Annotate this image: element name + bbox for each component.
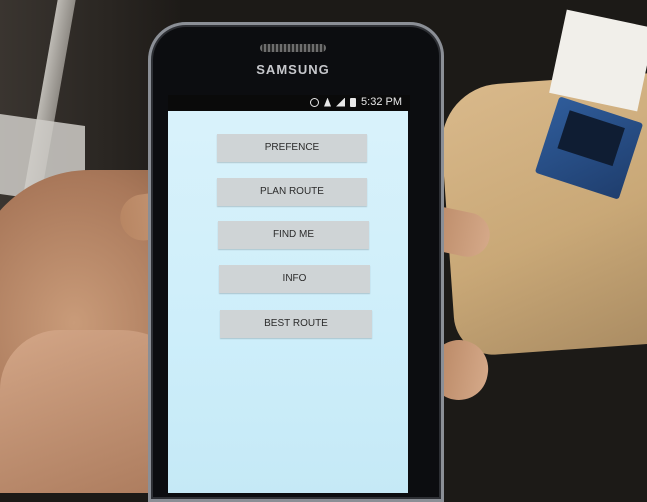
brand-logo: SAMSUNG [256, 62, 330, 77]
info-button[interactable]: INFO [219, 265, 370, 293]
best-route-button[interactable]: BEST ROUTE [220, 310, 372, 338]
earpiece-speaker [260, 44, 326, 52]
plan-route-button[interactable]: PLAN ROUTE [217, 178, 367, 206]
wifi-icon [324, 97, 332, 107]
signal-icon [336, 97, 346, 107]
alarm-icon [310, 97, 320, 107]
battery-icon [350, 97, 357, 107]
preference-button[interactable]: PREFENCE [217, 134, 367, 162]
status-bar: 5:32 PM [168, 95, 410, 111]
app-screen: PREFENCE PLAN ROUTE FIND ME INFO BEST RO… [168, 111, 408, 493]
find-me-button[interactable]: FIND ME [218, 221, 369, 249]
status-time: 5:32 PM [361, 96, 402, 108]
status-icons: 5:32 PM [310, 96, 402, 108]
